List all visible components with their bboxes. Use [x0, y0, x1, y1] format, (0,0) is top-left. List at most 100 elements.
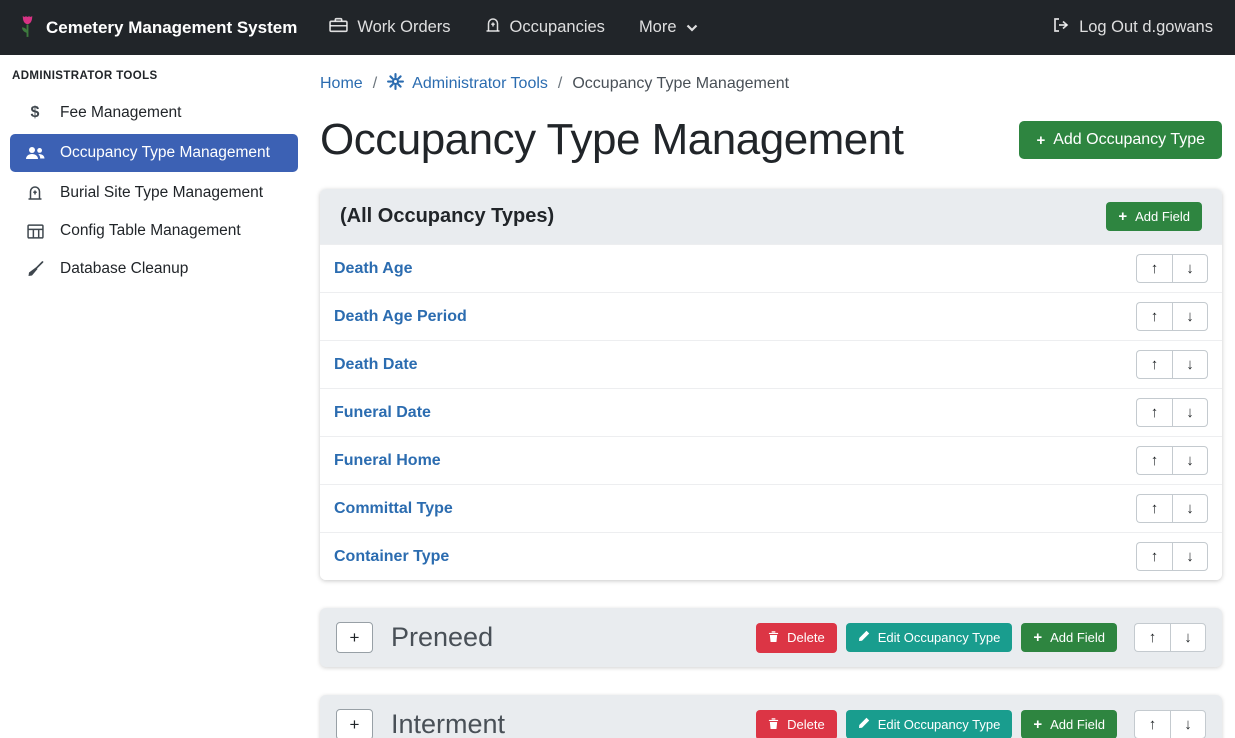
breadcrumb-current: Occupancy Type Management [572, 75, 789, 93]
delete-button[interactable]: Delete [756, 623, 837, 653]
expand-section-button[interactable]: + [336, 709, 373, 738]
arrow-up-icon: ↑ [1149, 716, 1157, 733]
edit-occupancy-type-button[interactable]: Edit Occupancy Type [846, 623, 1013, 652]
move-down-button[interactable]: ↓ [1170, 623, 1206, 652]
arrow-up-icon: ↑ [1151, 404, 1159, 421]
move-down-button[interactable]: ↓ [1172, 350, 1208, 379]
move-down-button[interactable]: ↓ [1172, 302, 1208, 331]
nav-occupancies-label: Occupancies [510, 18, 605, 37]
add-field-button[interactable]: + Add Field [1021, 710, 1117, 738]
move-down-button[interactable]: ↓ [1172, 254, 1208, 283]
title-row: Occupancy Type Management + Add Occupanc… [320, 115, 1222, 165]
section-title: Interment [391, 709, 505, 738]
reorder-button-group: ↑ ↓ [1136, 494, 1208, 523]
add-field-label: Add Field [1050, 630, 1105, 645]
pencil-icon [858, 717, 870, 732]
arrow-up-icon: ↑ [1151, 500, 1159, 517]
all-occupancy-types-card: (All Occupancy Types) + Add Field Death … [320, 189, 1222, 580]
arrow-up-icon: ↑ [1151, 452, 1159, 469]
page-title: Occupancy Type Management [320, 115, 903, 165]
sidebar-item-label: Fee Management [60, 104, 182, 122]
reorder-button-group: ↑ ↓ [1136, 350, 1208, 379]
sidebar-item-burial-site-type-management[interactable]: Burial Site Type Management [0, 174, 308, 212]
reorder-button-group: ↑ ↓ [1136, 398, 1208, 427]
breadcrumb: Home / Administrator Tools / Occupancy T… [320, 73, 1222, 95]
move-up-button[interactable]: ↑ [1136, 302, 1172, 331]
field-link[interactable]: Container Type [334, 548, 449, 566]
reorder-button-group: ↑ ↓ [1134, 710, 1206, 738]
users-icon [24, 145, 46, 161]
move-down-button[interactable]: ↓ [1170, 710, 1206, 738]
add-field-button[interactable]: + Add Field [1106, 202, 1202, 231]
arrow-down-icon: ↓ [1184, 716, 1192, 733]
breadcrumb-home-link[interactable]: Home [320, 75, 363, 93]
sidebar: ADMINISTRATOR TOOLS $ Fee Management Occ… [0, 55, 308, 738]
sidebar-item-config-table-management[interactable]: Config Table Management [0, 212, 308, 250]
nav-more-label: More [639, 18, 677, 37]
edit-occupancy-type-label: Edit Occupancy Type [878, 717, 1001, 732]
move-up-button[interactable]: ↑ [1134, 623, 1170, 652]
add-field-label: Add Field [1135, 209, 1190, 224]
trash-icon [768, 630, 779, 646]
arrow-down-icon: ↓ [1186, 356, 1194, 373]
sidebar-item-database-cleanup[interactable]: Database Cleanup [0, 250, 308, 288]
chevron-down-icon [686, 18, 698, 37]
sidebar-item-label: Database Cleanup [60, 260, 188, 278]
breadcrumb-admin-tools-label: Administrator Tools [412, 75, 548, 93]
table-icon [24, 224, 46, 239]
card-header: (All Occupancy Types) + Add Field [320, 189, 1222, 244]
field-row: Funeral Date ↑ ↓ [320, 388, 1222, 436]
logout-icon [1052, 17, 1070, 38]
move-up-button[interactable]: ↑ [1136, 542, 1172, 571]
expand-section-button[interactable]: + [336, 622, 373, 653]
move-up-button[interactable]: ↑ [1136, 398, 1172, 427]
toolbox-icon [329, 17, 348, 38]
delete-button[interactable]: Delete [756, 710, 837, 738]
field-link[interactable]: Death Age [334, 260, 413, 278]
sidebar-item-label: Occupancy Type Management [60, 144, 270, 162]
plus-icon: + [1033, 717, 1042, 732]
app-title: Cemetery Management System [46, 18, 297, 38]
move-up-button[interactable]: ↑ [1136, 350, 1172, 379]
move-up-button[interactable]: ↑ [1136, 254, 1172, 283]
move-up-button[interactable]: ↑ [1136, 494, 1172, 523]
reorder-button-group: ↑ ↓ [1134, 623, 1206, 652]
field-link[interactable]: Committal Type [334, 500, 453, 518]
add-field-label: Add Field [1050, 717, 1105, 732]
nav-more[interactable]: More [639, 18, 698, 37]
add-occupancy-type-label: Add Occupancy Type [1053, 131, 1205, 149]
sidebar-item-label: Burial Site Type Management [60, 184, 263, 202]
move-down-button[interactable]: ↓ [1172, 398, 1208, 427]
card-title: (All Occupancy Types) [340, 205, 554, 228]
move-down-button[interactable]: ↓ [1172, 542, 1208, 571]
add-occupancy-type-button[interactable]: + Add Occupancy Type [1019, 121, 1222, 159]
arrow-down-icon: ↓ [1186, 308, 1194, 325]
add-field-button[interactable]: + Add Field [1021, 623, 1117, 652]
move-up-button[interactable]: ↑ [1134, 710, 1170, 738]
edit-occupancy-type-label: Edit Occupancy Type [878, 630, 1001, 645]
move-up-button[interactable]: ↑ [1136, 446, 1172, 475]
arrow-down-icon: ↓ [1186, 404, 1194, 421]
field-link[interactable]: Funeral Date [334, 404, 431, 422]
edit-occupancy-type-button[interactable]: Edit Occupancy Type [846, 710, 1013, 738]
nav-occupancies[interactable]: Occupancies [485, 17, 605, 38]
sidebar-item-occupancy-type-management[interactable]: Occupancy Type Management [10, 134, 298, 172]
logout-button[interactable]: Log Out d.gowans [1052, 17, 1213, 38]
field-link[interactable]: Death Age Period [334, 308, 467, 326]
app-brand[interactable]: Cemetery Management System [18, 12, 297, 44]
nav-work-orders[interactable]: Work Orders [329, 17, 450, 38]
section-actions: Delete Edit Occupancy Type + Add Field ↑… [756, 623, 1206, 653]
top-navbar: Cemetery Management System Work Orders O… [0, 0, 1235, 55]
move-down-button[interactable]: ↓ [1172, 446, 1208, 475]
field-link[interactable]: Death Date [334, 356, 418, 374]
nav-work-orders-label: Work Orders [357, 18, 450, 37]
breadcrumb-admin-tools-link[interactable]: Administrator Tools [387, 73, 548, 95]
flower-logo-icon [18, 12, 37, 44]
occupancy-type-section-preneed: + Preneed Delete Edit Occupancy Type [320, 608, 1222, 667]
arrow-down-icon: ↓ [1186, 260, 1194, 277]
move-down-button[interactable]: ↓ [1172, 494, 1208, 523]
field-link[interactable]: Funeral Home [334, 452, 441, 470]
sidebar-item-fee-management[interactable]: $ Fee Management [0, 94, 308, 132]
arrow-up-icon: ↑ [1151, 548, 1159, 565]
plus-icon: + [1033, 630, 1042, 645]
